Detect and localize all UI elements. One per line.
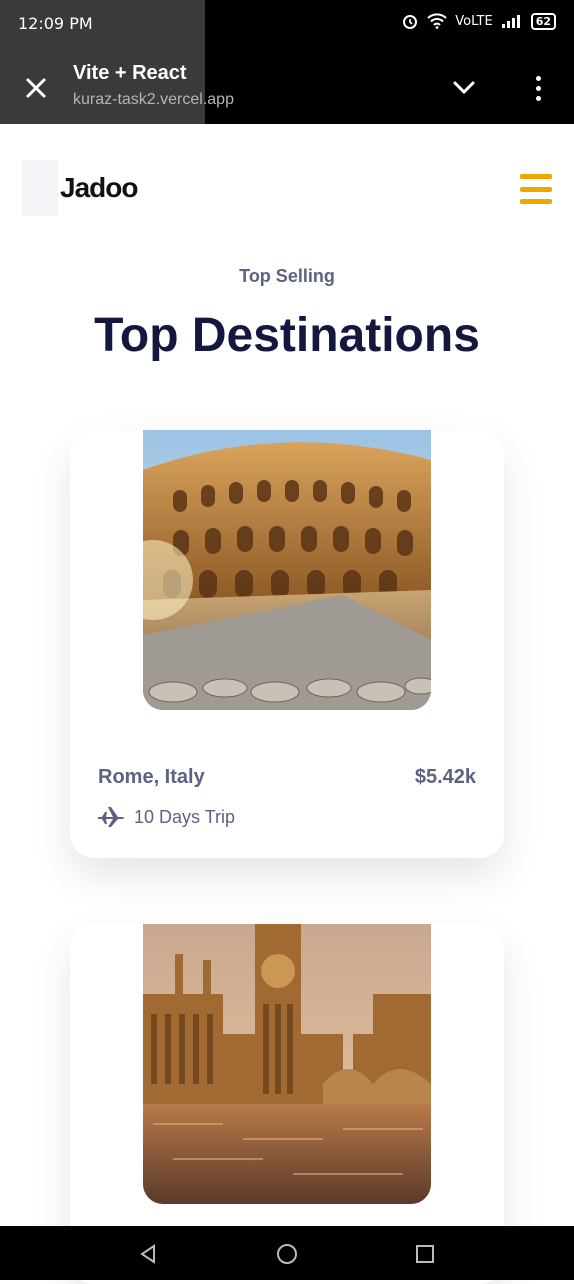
destination-image-big-ben <box>143 924 431 1204</box>
alarm-icon <box>403 15 418 29</box>
recents-icon[interactable] <box>411 1240 439 1268</box>
back-icon[interactable] <box>134 1240 162 1268</box>
destination-name: Rome, Italy <box>98 766 205 788</box>
trip-duration: 10 Days Trip <box>134 806 236 827</box>
home-icon[interactable] <box>273 1240 301 1268</box>
status-bar: 12:09 PM VoLTE 62 <box>0 0 574 124</box>
status-icons: VoLTE 62 <box>401 12 556 30</box>
chevron-down-icon[interactable] <box>448 74 480 102</box>
section-subtitle: Top Selling <box>239 266 335 286</box>
wifi-icon <box>427 13 447 29</box>
close-icon[interactable] <box>18 70 54 106</box>
destination-price: $5.42k <box>414 766 476 788</box>
page-url[interactable]: kuraz-task2.vercel.app <box>73 91 234 109</box>
destination-card[interactable]: Rome, Italy $5.42k 10 Days Trip <box>70 430 504 858</box>
destination-trip: 10 Days Trip <box>98 806 235 828</box>
browser-toolbar: Vite + React kuraz-task2.vercel.app <box>0 48 574 124</box>
logo-background <box>22 160 58 216</box>
airplane-icon <box>98 807 124 827</box>
hamburger-icon[interactable] <box>520 174 552 204</box>
page-title: Vite + React <box>73 62 187 84</box>
more-options-icon[interactable] <box>522 70 554 106</box>
status-time: 12:09 PM <box>18 14 93 33</box>
network-label: VoLTE <box>455 13 493 29</box>
destination-image-colosseum <box>143 430 431 710</box>
navigation-bar <box>0 1226 574 1280</box>
battery-icon: 62 <box>530 12 556 30</box>
signal-icon <box>501 15 520 28</box>
section-title: Top Destinations <box>94 309 480 362</box>
logo[interactable]: Jadoo <box>60 172 138 204</box>
